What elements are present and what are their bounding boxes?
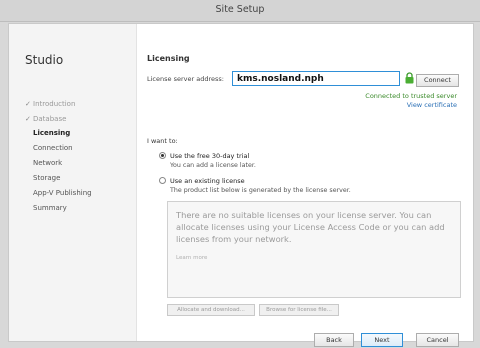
view-certificate-link[interactable]: View certificate — [407, 101, 457, 109]
sidebar-item-label: Storage — [33, 174, 61, 182]
free-trial-sublabel: You can add a license later. — [170, 162, 256, 169]
existing-license-sublabel: The product list below is generated by t… — [170, 187, 351, 194]
title-bar: Site Setup — [0, 0, 480, 22]
lock-icon — [405, 72, 414, 84]
back-button[interactable]: Back — [314, 333, 354, 347]
free-trial-label[interactable]: Use the free 30-day trial — [170, 152, 249, 160]
sidebar-item-network[interactable]: Network — [33, 159, 62, 167]
connect-button[interactable]: Connect — [416, 74, 459, 87]
connection-status: Connected to trusted server — [365, 92, 457, 100]
section-title: Licensing — [147, 54, 190, 63]
sidebar-item-licensing[interactable]: Licensing — [33, 129, 70, 137]
cancel-button[interactable]: Cancel — [416, 333, 459, 347]
license-server-label: License server address: — [147, 75, 224, 83]
sidebar-item-introduction[interactable]: ✓ Introduction — [25, 100, 75, 108]
existing-license-label[interactable]: Use an existing license — [170, 177, 245, 185]
sidebar-item-label: Introduction — [33, 100, 76, 108]
sidebar-item-connection[interactable]: Connection — [33, 144, 73, 152]
learn-more-link[interactable]: Learn more — [176, 255, 207, 261]
window-title: Site Setup — [215, 4, 265, 15]
sidebar-item-label: App-V Publishing — [33, 189, 92, 197]
sidebar-item-summary[interactable]: Summary — [33, 204, 67, 212]
sidebar-title: Studio — [25, 53, 64, 67]
wizard-content: Studio ✓ Introduction ✓ Database Licensing… — [8, 23, 474, 347]
allocate-download-button[interactable]: Allocate and download... — [167, 304, 255, 316]
license-server-input[interactable]: kms.nosland.nph — [232, 71, 400, 86]
site-setup-window: Site Setup Studio ✓ Introduction ✓ Databas… — [0, 0, 480, 348]
check-icon: ✓ — [25, 115, 31, 123]
sidebar-item-label: Connection — [33, 144, 73, 152]
browse-license-file-button[interactable]: Browse for license file... — [259, 304, 339, 316]
sidebar-item-label: Licensing — [33, 129, 71, 137]
wizard-sidebar: Studio ✓ Introduction ✓ Database Licensing… — [9, 24, 137, 341]
next-button[interactable]: Next — [361, 333, 403, 347]
check-icon: ✓ — [25, 100, 31, 108]
radio-free-trial[interactable] — [159, 152, 166, 159]
sidebar-item-label: Database — [33, 115, 67, 123]
sidebar-item-app-v-publishing[interactable]: App-V Publishing — [33, 189, 92, 197]
radio-existing-license[interactable] — [159, 177, 166, 184]
licensing-panel: Licensing License server address: kms.no… — [137, 24, 473, 347]
sidebar-item-label: Network — [33, 159, 63, 167]
license-list-box: There are no suitable licenses on your l… — [167, 201, 461, 298]
sidebar-item-database[interactable]: ✓ Database — [25, 115, 66, 123]
sidebar-item-label: Summary — [33, 204, 67, 212]
i-want-to-label: I want to: — [147, 137, 178, 145]
no-licenses-message: There are no suitable licenses on your l… — [176, 210, 445, 244]
sidebar-item-storage[interactable]: Storage — [33, 174, 60, 182]
